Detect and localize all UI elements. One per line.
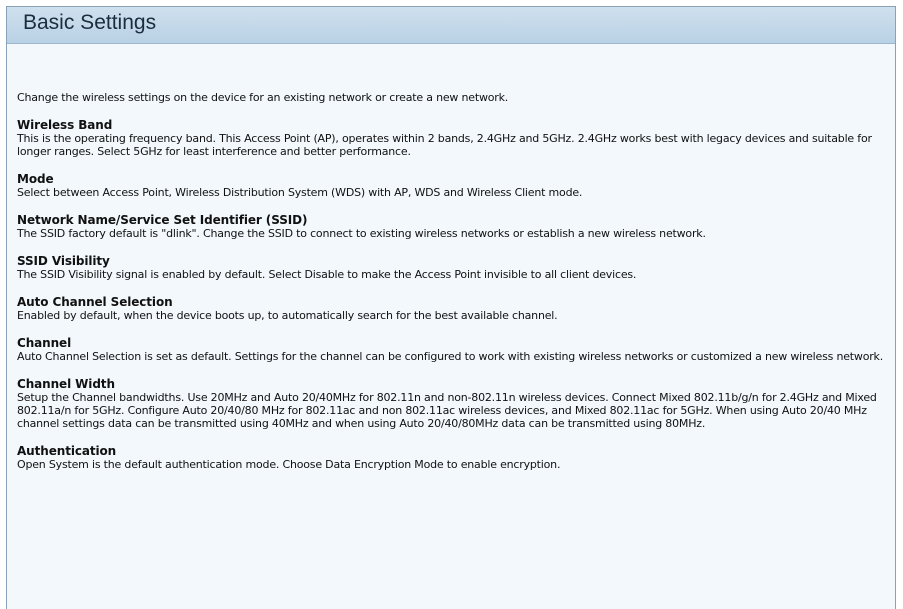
- section-description: Setup the Channel bandwidths. Use 20MHz …: [17, 391, 877, 430]
- section-title: SSID Visibility: [17, 254, 110, 268]
- section-description: Enabled by default, when the device boot…: [17, 309, 558, 322]
- section-channel: Channel Auto Channel Selection is set as…: [17, 336, 887, 364]
- section-title: Wireless Band: [17, 118, 113, 132]
- section-description: The SSID factory default is "dlink". Cha…: [17, 227, 706, 240]
- section-title: Network Name/Service Set Identifier (SSI…: [17, 213, 308, 227]
- section-mode: Mode Select between Access Point, Wirele…: [17, 172, 887, 200]
- section-description: This is the operating frequency band. Th…: [17, 132, 872, 158]
- section-title: Mode: [17, 172, 54, 186]
- section-auto-channel-selection: Auto Channel Selection Enabled by defaul…: [17, 295, 887, 323]
- section-title: Channel Width: [17, 377, 115, 391]
- section-wireless-band: Wireless Band This is the operating freq…: [17, 118, 887, 159]
- section-authentication: Authentication Open System is the defaul…: [17, 444, 887, 472]
- section-title: Authentication: [17, 444, 117, 458]
- intro-text: Change the wireless settings on the devi…: [17, 91, 509, 104]
- basic-settings-panel: Basic Settings Change the wireless setti…: [6, 6, 896, 609]
- section-description: Select between Access Point, Wireless Di…: [17, 186, 583, 199]
- section-title: Channel: [17, 336, 72, 350]
- section-ssid: Network Name/Service Set Identifier (SSI…: [17, 213, 887, 241]
- panel-title: Basic Settings: [23, 11, 157, 34]
- section-channel-width: Channel Width Setup the Channel bandwidt…: [17, 377, 887, 431]
- section-description: Open System is the default authenticatio…: [17, 458, 561, 471]
- panel-header: Basic Settings: [7, 7, 895, 44]
- section-description: Auto Channel Selection is set as default…: [17, 350, 884, 363]
- section-description: The SSID Visibility signal is enabled by…: [17, 268, 637, 281]
- help-content: Change the wireless settings on the devi…: [7, 44, 895, 471]
- section-ssid-visibility: SSID Visibility The SSID Visibility sign…: [17, 254, 887, 282]
- section-title: Auto Channel Selection: [17, 295, 173, 309]
